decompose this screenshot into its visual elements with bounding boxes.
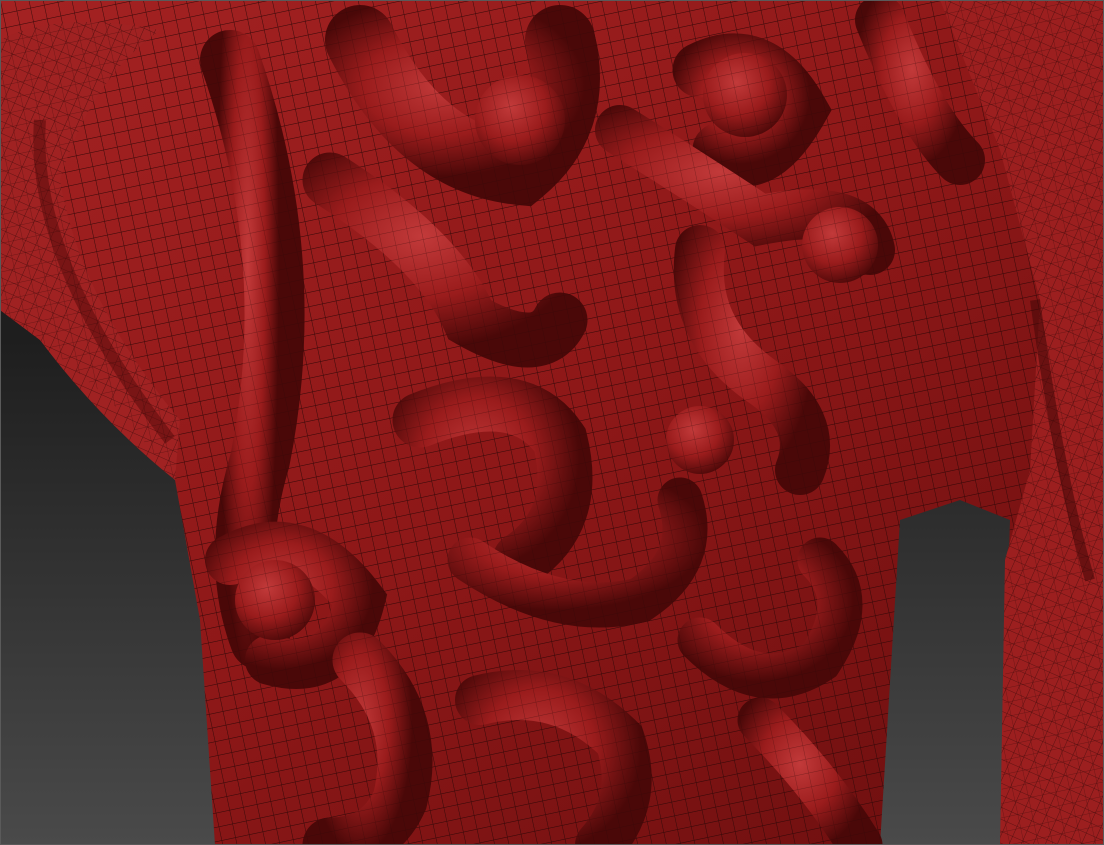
model-wireframe <box>0 0 1104 845</box>
viewport-canvas[interactable] <box>0 0 1104 845</box>
sculpt-model[interactable] <box>0 0 1104 845</box>
